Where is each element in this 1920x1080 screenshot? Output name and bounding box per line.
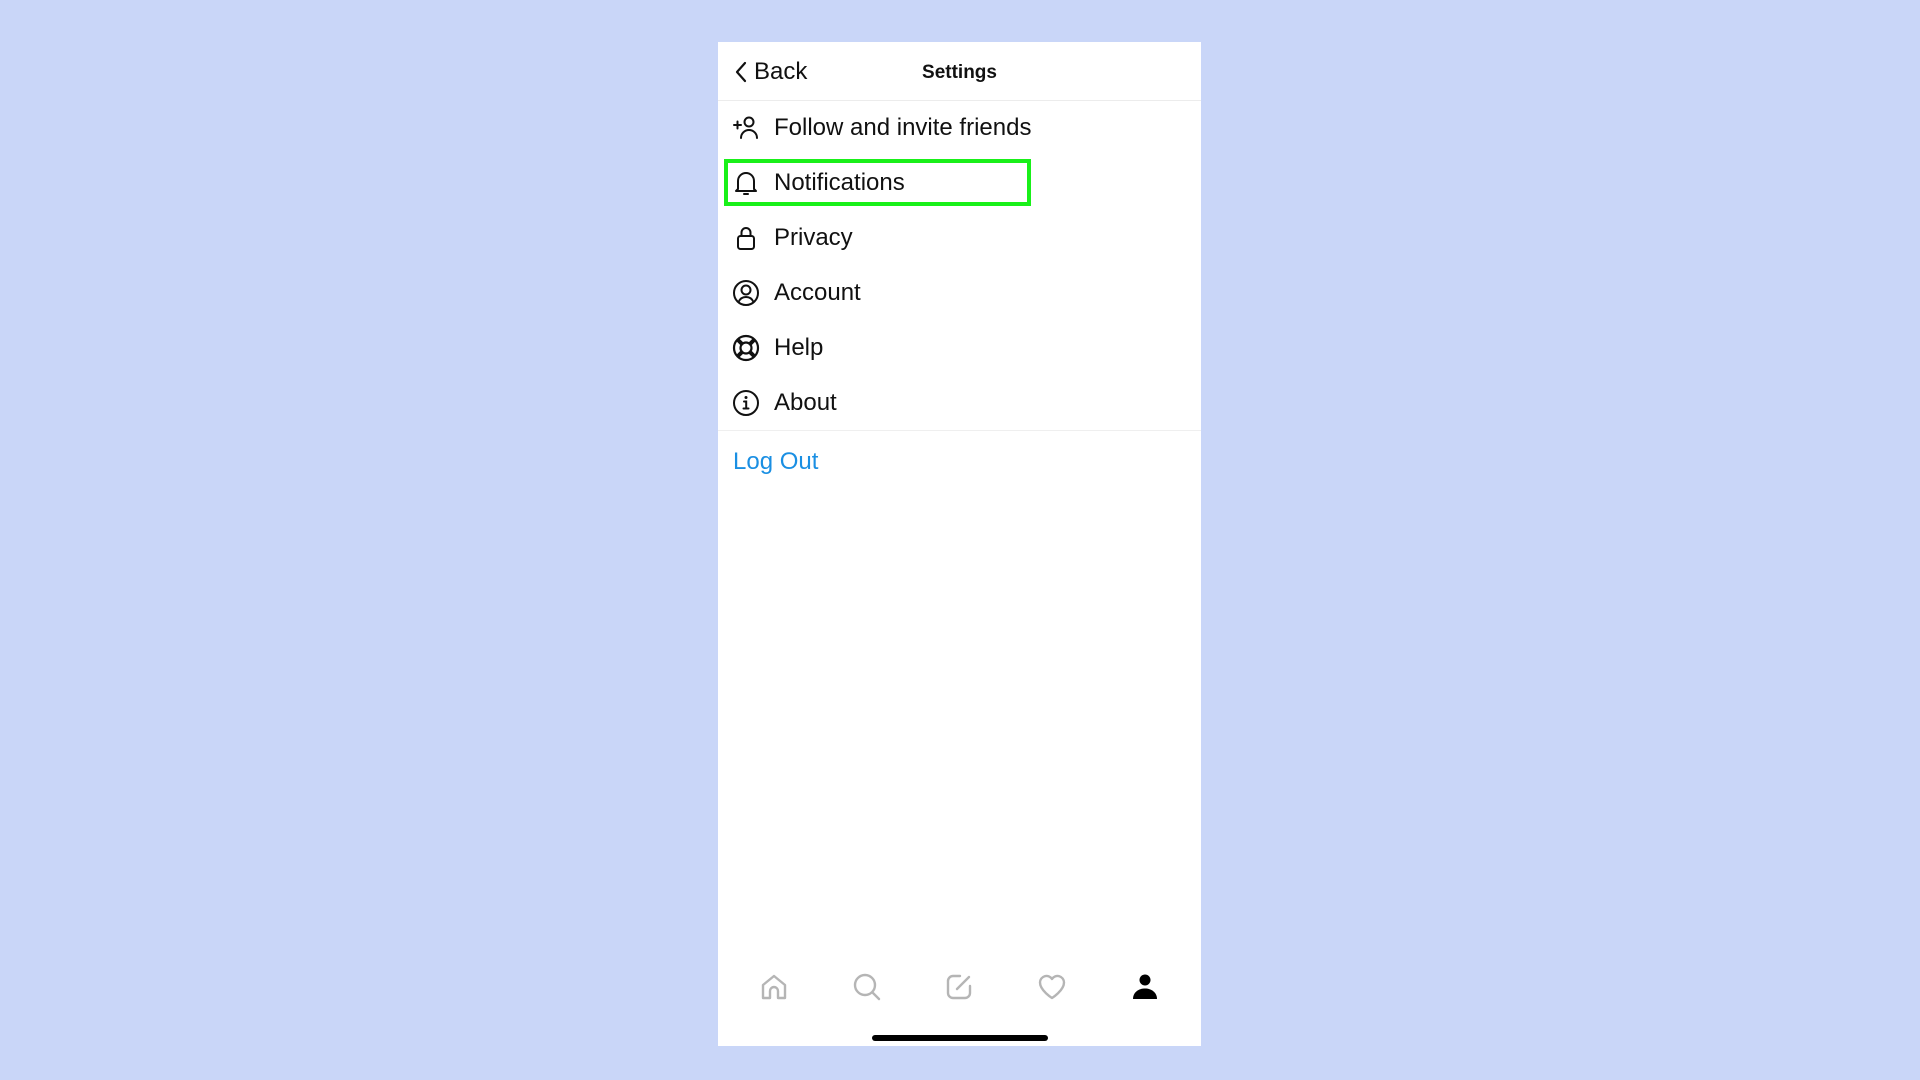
menu-item-label: Follow and invite friends [774, 113, 1032, 141]
compose-icon [947, 974, 972, 1000]
menu-item-label: Privacy [774, 223, 853, 251]
menu-item-label: About [774, 388, 837, 416]
person-icon [1132, 974, 1157, 999]
account-circle-icon [732, 279, 760, 307]
page-title: Settings [922, 62, 997, 83]
home-indicator [872, 1035, 1048, 1041]
search-icon [853, 973, 881, 1001]
tab-activity[interactable] [1035, 970, 1069, 1004]
tab-bar [718, 962, 1201, 1012]
heart-icon [1038, 974, 1066, 1000]
menu-item-privacy[interactable]: Privacy [718, 210, 1201, 265]
home-icon [762, 974, 787, 1000]
tab-home[interactable] [757, 970, 791, 1004]
settings-menu: Follow and invite friends Notifications … [718, 100, 1201, 430]
section-divider [718, 430, 1201, 431]
menu-item-label: Notifications [774, 168, 905, 196]
lock-icon [732, 224, 760, 252]
phone-screen: Back Settings Follow and invite friends … [718, 42, 1201, 1046]
log-out-button[interactable]: Log Out [733, 448, 818, 476]
tab-search[interactable] [850, 970, 884, 1004]
bell-icon [732, 169, 760, 197]
menu-item-follow-invite[interactable]: Follow and invite friends [718, 100, 1201, 155]
menu-item-about[interactable]: About [718, 375, 1201, 430]
menu-item-help[interactable]: Help [718, 320, 1201, 375]
tab-profile[interactable] [1128, 970, 1162, 1004]
menu-item-notifications[interactable]: Notifications [718, 155, 1201, 210]
menu-item-label: Account [774, 278, 861, 306]
add-person-icon [732, 114, 760, 142]
lifebuoy-icon [732, 334, 760, 362]
menu-item-label: Help [774, 333, 824, 361]
info-icon [732, 389, 760, 417]
navigation-bar: Back Settings [718, 42, 1201, 101]
tab-compose[interactable] [942, 970, 976, 1004]
menu-item-account[interactable]: Account [718, 265, 1201, 320]
